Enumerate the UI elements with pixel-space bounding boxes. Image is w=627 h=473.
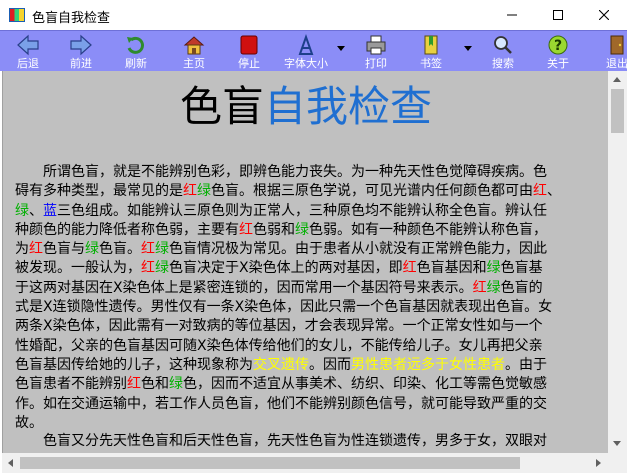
exit-button[interactable]: 退出 bbox=[597, 31, 627, 71]
paragraph-line: 式是X连锁隐性遗传。男性仅有一条X染色体，因此只需一个色盲基因就表现出色盲。女 bbox=[15, 299, 553, 316]
print-button[interactable]: 打印 bbox=[356, 31, 396, 71]
app-icon bbox=[9, 8, 25, 22]
forward-label: 前进 bbox=[70, 57, 92, 70]
forward-arrow-icon bbox=[70, 34, 92, 56]
window-title: 色盲自我检查 bbox=[32, 11, 111, 26]
vertical-scrollbar[interactable] bbox=[608, 71, 627, 453]
refresh-button[interactable]: 刷新 bbox=[116, 31, 156, 71]
exit-label: 退出 bbox=[606, 57, 627, 70]
horizontal-scrollbar[interactable] bbox=[2, 453, 608, 473]
home-button[interactable]: 主页 bbox=[174, 31, 214, 71]
about-button[interactable]: ? 关于 bbox=[538, 31, 578, 71]
maximize-icon bbox=[553, 10, 563, 20]
bookmark-dropdown-icon[interactable] bbox=[464, 46, 472, 51]
paragraph-line: 色盲又分先天性色盲和后天性色盲，先天性色盲为性连锁遗传，男多于女，双眼对 bbox=[15, 433, 547, 449]
vertical-scroll-thumb[interactable] bbox=[611, 89, 624, 133]
paragraph-line: 种颜色的能力降低者称色弱，主要有红色弱和绿色弱。如有一种颜色不能辨认称色盲， bbox=[15, 221, 547, 238]
bookmark-icon bbox=[424, 35, 438, 55]
about-label: 关于 bbox=[547, 57, 569, 70]
paragraph-2: 色盲又分先天性色盲和后天性色盲，先天性色盲为性连锁遗传，男多于女，双眼对 bbox=[15, 432, 609, 451]
paragraph-line: 绿、蓝三色组成。如能辨认三原色则为正常人，三种原色均不能辨认称全色盲。辨认任 bbox=[15, 202, 547, 219]
paragraph-line: 性婚配，父亲的色盲基因可随X染色体传给他们的女儿，不能传给儿子。女儿再把父亲 bbox=[15, 337, 543, 354]
font-size-button[interactable]: 字体大小 bbox=[276, 31, 336, 71]
paragraph-line: 故。 bbox=[15, 414, 43, 431]
paragraph-line: 为红色盲与绿色盲。红绿色盲情况极为常见。由于患者从小就没有正常辨色能力，因此 bbox=[15, 241, 547, 258]
help-icon: ? bbox=[548, 35, 568, 55]
back-arrow-icon bbox=[17, 34, 39, 56]
page-title: 色盲自我检查 bbox=[3, 81, 609, 133]
minimize-icon bbox=[507, 14, 517, 16]
close-icon bbox=[599, 10, 609, 20]
paragraph-line: 色盲患者不能辨别红色和绿色，因而不适宜从事美术、纺织、印染、化工等需色觉敏感 bbox=[15, 376, 547, 393]
search-label: 搜索 bbox=[492, 57, 514, 70]
content-area: 色盲自我检查 所谓色盲，就是不能辨别色彩，即辨色能力丧失。为一种先天性色觉障碍疾… bbox=[2, 71, 609, 453]
paragraph-line: 两条X染色体，因此需有一对致病的等位基因，才会表现异常。一个正常女性如与一个 bbox=[15, 318, 543, 335]
stop-button[interactable]: 停止 bbox=[229, 31, 269, 71]
scroll-right-icon[interactable] bbox=[596, 459, 601, 467]
stop-label: 停止 bbox=[238, 57, 260, 70]
back-label: 后退 bbox=[17, 57, 39, 70]
maximize-button[interactable] bbox=[535, 0, 581, 30]
home-label: 主页 bbox=[183, 57, 205, 70]
paragraph-line: 所谓色盲，就是不能辨别色彩，即辨色能力丧失。为一种先天性色觉障碍疾病。色 bbox=[15, 164, 547, 180]
home-icon bbox=[183, 36, 205, 55]
minimize-button[interactable] bbox=[489, 0, 535, 30]
svg-text:?: ? bbox=[554, 38, 562, 54]
font-size-icon bbox=[298, 34, 314, 55]
paragraph-line: 被发现。一般认为，红绿色盲决定于X染色体上的两对基因，即红色盲基因和绿色盲基 bbox=[15, 260, 543, 277]
font-size-dropdown-icon[interactable] bbox=[337, 46, 345, 51]
paragraph-line: 于这两对基因在X染色体上是紧密连锁的，因而常用一个基因符号来表示。红绿色盲的 bbox=[15, 279, 543, 296]
scroll-up-icon[interactable] bbox=[613, 77, 621, 82]
print-label: 打印 bbox=[365, 57, 387, 70]
search-button[interactable]: 搜索 bbox=[483, 31, 523, 71]
bookmark-button[interactable]: 书签 bbox=[411, 31, 451, 71]
title-part-black: 色盲 bbox=[179, 82, 264, 131]
paragraph-1: 所谓色盲，就是不能辨别色彩，即辨色能力丧失。为一种先天性色觉障碍疾病。色 碍有多种… bbox=[15, 163, 609, 433]
title-part-blue: 自我检查 bbox=[264, 82, 433, 131]
scroll-left-icon[interactable] bbox=[8, 459, 13, 467]
exit-icon bbox=[610, 35, 624, 55]
print-icon bbox=[366, 35, 386, 55]
paragraph-line: 碍有多种类型，最常见的是红绿色盲。根据三原色学说，可见光谱内任何颜色都可由红、 bbox=[15, 183, 561, 200]
search-icon bbox=[494, 36, 512, 54]
close-button[interactable] bbox=[581, 0, 627, 30]
refresh-label: 刷新 bbox=[125, 57, 147, 70]
toolbar: 后退 前进 刷新 主页 停止 字体大小 打印 书签 搜索 ? 关于 退出 bbox=[0, 30, 627, 71]
paragraph-line: 色盲基因传给她的儿子，这种现象称为交叉遗传。因而男性患者远多于女性患者。由于 bbox=[15, 356, 547, 373]
title-bar: 色盲自我检查 bbox=[0, 0, 627, 30]
forward-button[interactable]: 前进 bbox=[61, 31, 101, 71]
paragraph-line: 作。如在交通运输中，若工作人员色盲，他们不能辨别颜色信号，就可能导致严重的交 bbox=[15, 395, 547, 412]
scrollbar-corner bbox=[608, 453, 627, 473]
font-size-label: 字体大小 bbox=[284, 57, 328, 70]
horizontal-scroll-thumb[interactable] bbox=[20, 457, 520, 469]
refresh-icon bbox=[127, 36, 144, 54]
scroll-down-icon[interactable] bbox=[613, 441, 621, 446]
bookmark-label: 书签 bbox=[420, 57, 442, 70]
stop-icon bbox=[240, 35, 258, 55]
back-button[interactable]: 后退 bbox=[8, 31, 48, 71]
